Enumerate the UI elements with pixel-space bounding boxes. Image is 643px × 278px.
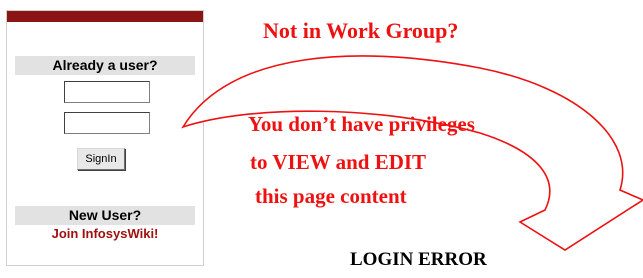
privilege-message-line-3: this page content bbox=[255, 184, 407, 208]
workgroup-heading: Not in Work Group? bbox=[263, 18, 459, 43]
login-error-label: LOGIN ERROR bbox=[350, 249, 487, 270]
login-error-screen: Already a user? SignIn New User? Join In… bbox=[0, 0, 643, 278]
privilege-message-line-2: to VIEW and EDIT bbox=[250, 150, 427, 174]
privilege-message-line-1: You don’t have privileges bbox=[248, 112, 475, 136]
